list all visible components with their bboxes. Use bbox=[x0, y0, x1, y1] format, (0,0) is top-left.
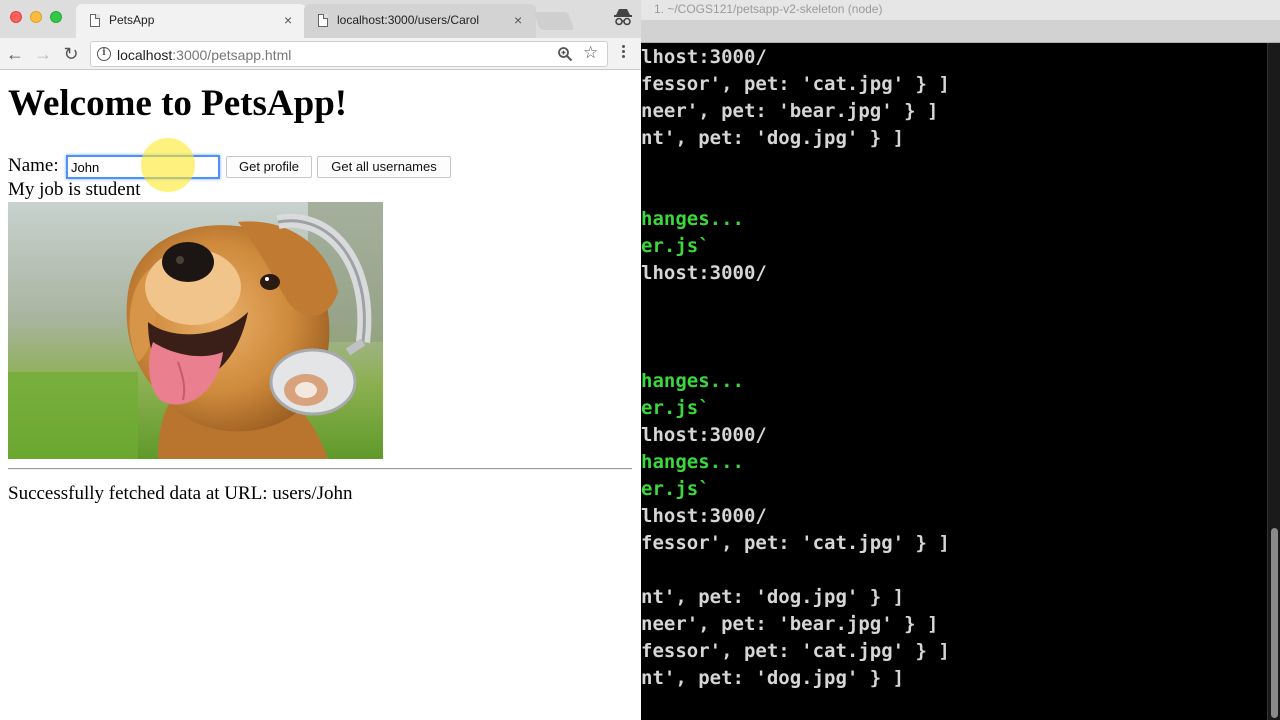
terminal-line: hanges... bbox=[641, 451, 744, 473]
back-button[interactable]: ← bbox=[4, 43, 26, 65]
terminal-scrollbar[interactable] bbox=[1267, 43, 1280, 720]
terminal-output[interactable]: lhost:3000/fessor', pet: 'cat.jpg' } ] ne… bbox=[641, 43, 1267, 720]
terminal-line: er.js` bbox=[641, 235, 710, 257]
terminal-line: nt', pet: 'dog.jpg' } ] bbox=[641, 586, 905, 608]
job-text: My job is student bbox=[8, 179, 141, 200]
tab-users-carol[interactable]: localhost:3000/users/Carol × bbox=[304, 4, 536, 38]
tab-petsapp[interactable]: PetsApp × bbox=[76, 4, 306, 38]
tab-title: localhost:3000/users/Carol bbox=[337, 13, 480, 27]
terminal-title: 1. ~/COGS121/petsapp-v2-skeleton (node) bbox=[654, 2, 883, 16]
terminal-window: 1. ~/COGS121/petsapp-v2-skeleton (node) … bbox=[641, 0, 1280, 720]
terminal-title-bar: 1. ~/COGS121/petsapp-v2-skeleton (node) bbox=[641, 0, 1280, 20]
browser-window: PetsApp × localhost:3000/users/Carol × ←… bbox=[0, 0, 641, 720]
terminal-line: nt', pet: 'dog.jpg' } ] bbox=[641, 127, 905, 149]
terminal-line: lhost:3000/ bbox=[641, 424, 767, 446]
get-all-usernames-button[interactable]: Get all usernames bbox=[317, 156, 451, 178]
tab-bar: PetsApp × localhost:3000/users/Carol × bbox=[0, 0, 641, 38]
new-tab-button[interactable] bbox=[533, 12, 575, 30]
incognito-icon bbox=[614, 9, 632, 26]
bookmark-star-icon[interactable]: ☆ bbox=[583, 43, 598, 63]
name-label: Name: bbox=[8, 155, 59, 176]
page-title: Welcome to PetsApp! bbox=[8, 83, 348, 124]
terminal-line: fessor', pet: 'cat.jpg' } ] bbox=[641, 532, 950, 554]
page-icon bbox=[90, 14, 100, 27]
status-message: Successfully fetched data at URL: users/… bbox=[8, 483, 353, 504]
terminal-line: fessor', pet: 'cat.jpg' } ] bbox=[641, 640, 950, 662]
page-icon bbox=[318, 14, 328, 27]
terminal-line: lhost:3000/ bbox=[641, 46, 767, 68]
url-text[interactable]: localhost:3000/petsapp.html bbox=[117, 47, 291, 63]
tab-close-icon[interactable]: × bbox=[284, 12, 292, 28]
tab-title: PetsApp bbox=[109, 13, 155, 27]
zoom-icon[interactable] bbox=[557, 46, 573, 62]
window-maximize-button[interactable] bbox=[50, 11, 62, 23]
window-close-button[interactable] bbox=[10, 11, 22, 23]
browser-toolbar: ← → ↻ i localhost:3000/petsapp.html ☆ bbox=[0, 38, 641, 70]
info-icon[interactable]: i bbox=[97, 47, 111, 61]
terminal-line: hanges... bbox=[641, 208, 744, 230]
address-bar[interactable]: i localhost:3000/petsapp.html ☆ bbox=[90, 41, 608, 67]
terminal-line: er.js` bbox=[641, 478, 710, 500]
reload-button[interactable]: ↻ bbox=[60, 43, 82, 65]
name-input[interactable] bbox=[66, 155, 220, 179]
window-minimize-button[interactable] bbox=[30, 11, 42, 23]
tab-close-icon[interactable]: × bbox=[514, 12, 522, 28]
terminal-line: lhost:3000/ bbox=[641, 262, 767, 284]
terminal-line: hanges... bbox=[641, 370, 744, 392]
terminal-line: neer', pet: 'bear.jpg' } ] bbox=[641, 100, 939, 122]
browser-menu-icon[interactable] bbox=[615, 43, 631, 65]
get-profile-button[interactable]: Get profile bbox=[226, 156, 312, 178]
terminal-tab-strip bbox=[641, 20, 1280, 43]
horizontal-divider bbox=[8, 468, 632, 470]
pet-image bbox=[8, 202, 383, 459]
terminal-line: fessor', pet: 'cat.jpg' } ] bbox=[641, 73, 950, 95]
terminal-line: neer', pet: 'bear.jpg' } ] bbox=[641, 613, 939, 635]
terminal-line: er.js` bbox=[641, 397, 710, 419]
scrollbar-thumb[interactable] bbox=[1271, 528, 1278, 718]
terminal-line: lhost:3000/ bbox=[641, 505, 767, 527]
forward-button[interactable]: → bbox=[32, 43, 54, 65]
terminal-line: nt', pet: 'dog.jpg' } ] bbox=[641, 667, 905, 689]
page-content: Welcome to PetsApp! Name: Get profile Ge… bbox=[0, 71, 641, 720]
